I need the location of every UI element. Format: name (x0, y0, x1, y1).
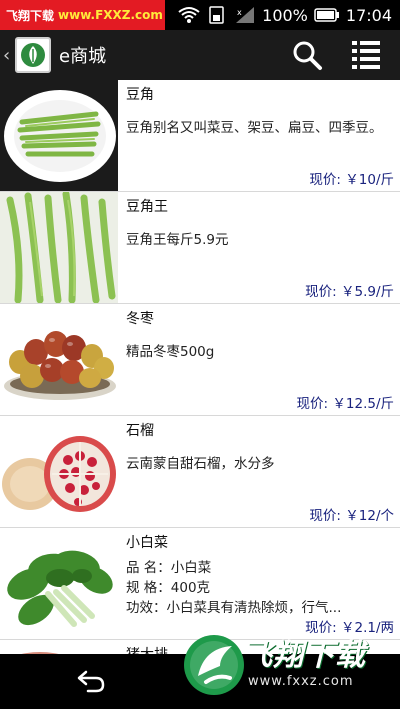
product-price: 现价: ￥12/个 (309, 508, 394, 524)
svg-text:x: x (237, 8, 242, 17)
product-description: 精品冬枣500g (126, 344, 215, 360)
signal-icon: x (236, 7, 255, 23)
product-image-long-beans (0, 192, 118, 303)
wifi-icon (178, 7, 200, 23)
brand-name: 飞翔下载 (242, 638, 366, 673)
product-image-pork-chop (0, 640, 118, 654)
product-name: 豆角王 (126, 199, 168, 215)
product-image-bok-choy (0, 528, 118, 639)
product-name: 豆角 (126, 87, 154, 103)
product-image-pomegranate (0, 416, 118, 527)
watermark-site-name: 飞翔下载 (6, 8, 55, 23)
product-description: 云南蒙自甜石榴，水分多 (126, 456, 275, 472)
brand-watermark: 飞翔下载 www.fxxz.com (180, 618, 400, 709)
product-info: 冬枣 精品冬枣500g 现价: ￥12.5/斤 (118, 304, 400, 415)
product-item[interactable]: 冬枣 精品冬枣500g 现价: ￥12.5/斤 (0, 304, 400, 416)
product-name: 冬枣 (126, 311, 154, 327)
product-price: 现价: ￥12.5/斤 (296, 396, 394, 412)
product-info: 豆角 豆角别名又叫菜豆、架豆、扁豆、四季豆。 现价: ￥10/斤 (118, 80, 400, 191)
app-logo[interactable] (15, 37, 51, 73)
back-icon[interactable] (76, 668, 106, 694)
brand-logo-icon (184, 635, 244, 695)
product-name: 石榴 (126, 423, 154, 439)
brand-url: www.fxxz.com (248, 674, 354, 689)
product-item[interactable]: 石榴 云南蒙自甜石榴，水分多 现价: ￥12/个 (0, 416, 400, 528)
product-price: 现价: ￥5.9/斤 (305, 284, 394, 300)
product-price: 现价: ￥10/斤 (309, 172, 394, 188)
product-info: 石榴 云南蒙自甜石榴，水分多 现价: ￥12/个 (118, 416, 400, 527)
product-info: 豆角王 豆角王每斤5.9元 现价: ￥5.9/斤 (118, 192, 400, 303)
site-watermark-banner: 飞翔下载 www.FXXZ.com (0, 0, 165, 30)
product-detail-line: 品 名：小白菜 (126, 560, 212, 576)
product-details: 品 名：小白菜 规 格：400克 功效：小白菜具有清热除烦，行气... (126, 558, 392, 618)
product-list[interactable]: 豆角 豆角别名又叫菜豆、架豆、扁豆、四季豆。 现价: ￥10/斤 豆角王 豆角王… (0, 80, 400, 654)
app-bar: ‹ e商城 (0, 30, 400, 80)
logo-icon (21, 43, 45, 67)
product-name: 小白菜 (126, 535, 168, 551)
product-item[interactable]: 豆角 豆角别名又叫菜豆、架豆、扁豆、四季豆。 现价: ￥10/斤 (0, 80, 400, 192)
watermark-url: www.FXXZ.com (58, 8, 163, 22)
product-image-jujubes (0, 304, 118, 415)
product-image-green-beans (0, 80, 118, 191)
clock: 17:04 (345, 5, 392, 25)
search-icon[interactable] (290, 38, 324, 72)
app-title: e商城 (59, 46, 107, 67)
status-indicators: x 100% 17:04 (178, 0, 392, 30)
product-detail-line: 规 格：400克 (126, 580, 211, 596)
product-detail-line: 功效：小白菜具有清热除烦，行气... (126, 600, 342, 616)
product-description: 豆角别名又叫菜豆、架豆、扁豆、四季豆。 (126, 120, 383, 136)
product-item[interactable]: 豆角王 豆角王每斤5.9元 现价: ￥5.9/斤 (0, 192, 400, 304)
status-bar: 飞翔下载 www.FXXZ.com x 100% 17:04 (0, 0, 400, 30)
menu-list-icon[interactable] (352, 38, 386, 72)
product-description: 豆角王每斤5.9元 (126, 232, 229, 248)
up-back-icon[interactable]: ‹ (3, 45, 13, 66)
sim-card-icon (209, 6, 224, 24)
battery-percent: 100% (262, 5, 308, 25)
battery-icon (314, 8, 339, 22)
